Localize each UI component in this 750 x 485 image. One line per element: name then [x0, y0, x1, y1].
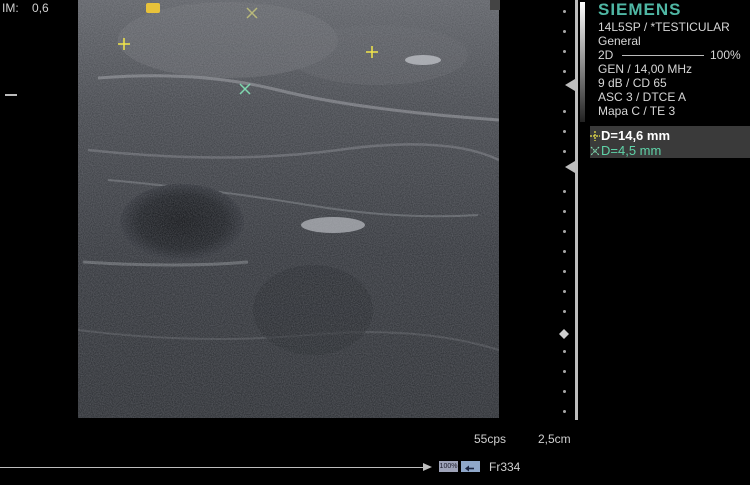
depth-ticks — [563, 0, 569, 420]
focus-arrow-icon[interactable] — [563, 78, 577, 92]
frequency-label: GEN / 14,00 MHz — [598, 62, 693, 76]
zoom-badge: 100% — [439, 461, 458, 472]
im-label: IM: — [2, 1, 19, 15]
im-readout: IM: 0,6 — [2, 1, 49, 15]
focus-arrow-icon[interactable] — [563, 160, 577, 174]
caliper-cross-icon[interactable] — [245, 6, 259, 20]
brand-logo: SIEMENS — [598, 0, 682, 19]
power-label: 100% — [710, 48, 741, 62]
caliper-cross-icon[interactable] — [238, 82, 252, 96]
scan-edge — [490, 0, 500, 10]
mode-label: 2D — [598, 48, 614, 62]
grayscale-bar — [580, 2, 585, 122]
caliper-cross-icon — [590, 146, 600, 156]
caliper-plus-icon[interactable] — [365, 45, 379, 59]
frame-rate: 55cps — [474, 432, 507, 446]
depth-value: 2,5cm — [538, 432, 571, 446]
focus-marker-icon — [146, 3, 160, 13]
depth-scale-bar — [575, 0, 578, 420]
cine-timeline[interactable] — [0, 467, 430, 468]
back-arrow-icon[interactable] — [461, 461, 480, 472]
measurement-d2: D=4,5 mm — [601, 143, 662, 158]
asc-label: ASC 3 / DTCE A — [598, 90, 687, 104]
power-line — [622, 55, 704, 56]
map-label: Mapa C / TE 3 — [598, 104, 676, 118]
caliper-plus-icon — [590, 131, 600, 141]
frame-number: Fr334 — [489, 460, 521, 474]
preset-label: General — [598, 34, 641, 48]
ultrasound-image — [78, 0, 499, 418]
im-value: 0,6 — [32, 1, 49, 15]
diamond-marker-icon — [559, 329, 569, 339]
probe-label: 14L5SP / *TESTICULAR — [598, 20, 730, 34]
caliper-plus-icon[interactable] — [117, 37, 131, 51]
gain-label: 9 dB / CD 65 — [598, 76, 667, 90]
cine-end-marker-icon — [423, 463, 432, 471]
measurement-d1: D=14,6 mm — [601, 128, 671, 143]
ultrasound-svg — [78, 0, 499, 418]
side-tick — [5, 94, 17, 96]
